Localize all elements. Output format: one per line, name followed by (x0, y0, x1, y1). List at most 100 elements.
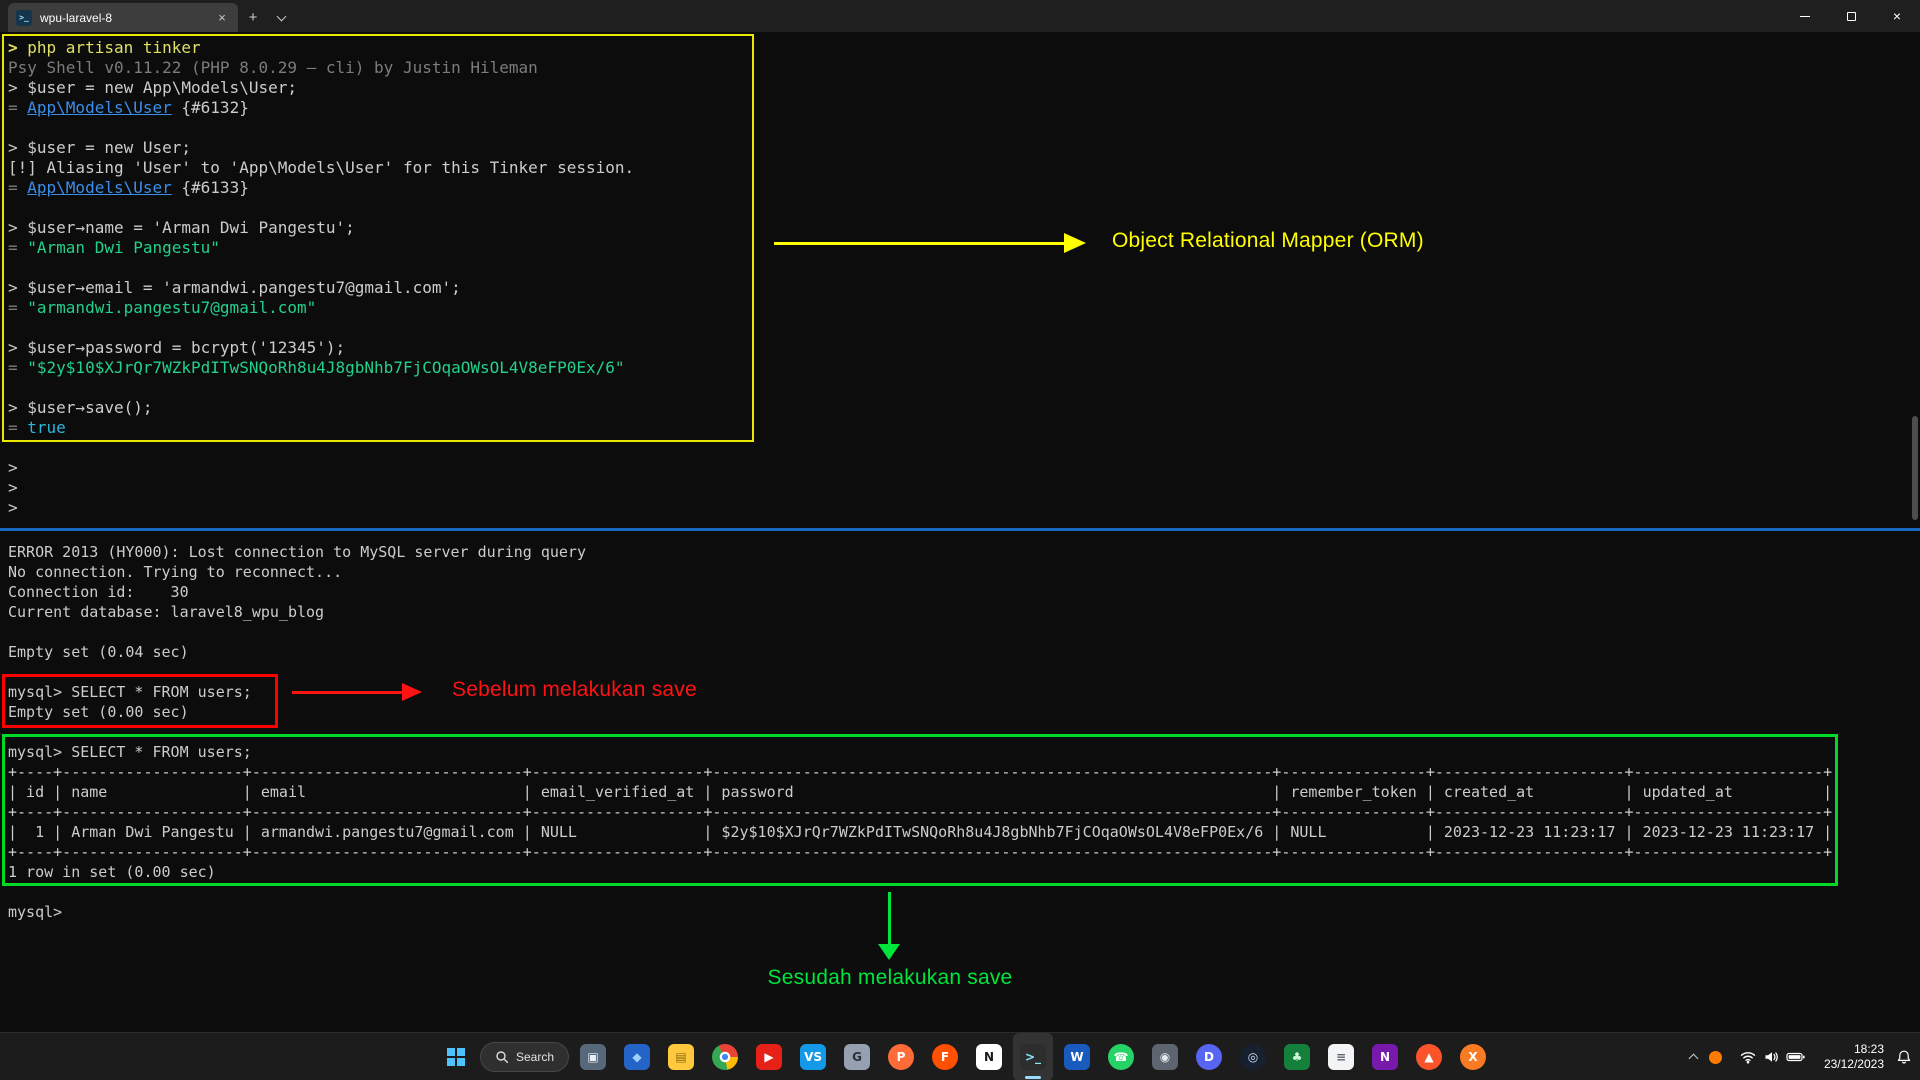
firefox-icon: F (932, 1043, 959, 1070)
terminal-line: > $user = new User; (8, 138, 192, 157)
search-icon (496, 1050, 509, 1063)
taskbar-app-brave[interactable]: ▲ (1409, 1033, 1449, 1080)
system-tray: 18:23 23/12/2023 (1688, 1033, 1912, 1080)
taskbar: Search ▣ ◆ ▤ ● ▶ VS G P F N >_ W ☎ ◉ D ◎ ♣ ≡ N ▲ X (0, 1032, 1920, 1080)
taskbar-app-postman[interactable]: P (881, 1033, 921, 1080)
taskbar-app-file-explorer[interactable]: ▤ (661, 1033, 701, 1080)
taskbar-app-terminal[interactable]: >_ (1013, 1032, 1054, 1080)
new-tab-button[interactable]: + (238, 3, 268, 32)
close-button[interactable]: × (1874, 0, 1920, 32)
orm-annotation: Object Relational Mapper (ORM) (1112, 229, 1424, 252)
terminal-icon: >_ (1020, 1043, 1047, 1070)
maximize-icon (1846, 11, 1856, 21)
terminal-line: = App\Models\User {#6133} (8, 178, 249, 197)
titlebar: >_ wpu-laravel-8 × + × (0, 0, 1920, 32)
taskbar-clock[interactable]: 18:23 23/12/2023 (1824, 1042, 1884, 1072)
terminal-line: [!] Aliasing 'User' to 'App\Models\User'… (8, 158, 635, 177)
tab-dropdown-button[interactable] (268, 3, 294, 32)
discord-icon: D (1196, 1043, 1223, 1070)
after-save-annotation: Sesudah melakukan save (767, 966, 1013, 989)
terminal-line: > $user→save(); (8, 398, 153, 417)
windows-logo-icon (447, 1047, 465, 1066)
terminal-line: | id | name | email | email_verified_at … (8, 783, 1833, 801)
minimize-button[interactable] (1782, 0, 1828, 32)
tab-title: wpu-laravel-8 (40, 10, 113, 25)
taskbar-app-pc[interactable]: ▣ (573, 1033, 613, 1080)
terminal-line: > (8, 478, 18, 497)
terminal-scrollbar[interactable] (1912, 416, 1918, 520)
terminal-line: > (8, 498, 18, 517)
active-app-indicator (1025, 1075, 1042, 1079)
taskbar-app-youtube[interactable]: ▶ (749, 1033, 789, 1080)
terminal-line: = true (8, 418, 66, 437)
after-save-arrow-icon (878, 944, 900, 960)
taskbar-app-steam[interactable]: ◎ (1233, 1033, 1273, 1080)
terminal-line: Psy Shell v0.11.22 (PHP 8.0.29 — cli) by… (8, 58, 538, 77)
terminal-line: ERROR 2013 (HY000): Lost connection to M… (8, 543, 586, 561)
taskbar-app-discord[interactable]: D (1189, 1033, 1229, 1080)
taskbar-app-vscode[interactable]: VS (793, 1033, 833, 1080)
taskbar-app-firefox[interactable]: F (925, 1033, 965, 1080)
maximize-button[interactable] (1828, 0, 1874, 32)
taskbar-app-forest[interactable]: ♣ (1277, 1033, 1317, 1080)
taskbar-apps: ▣ ◆ ▤ ● ▶ VS G P F N >_ W ☎ ◉ D ◎ ♣ ≡ N ▲ X (573, 1032, 1493, 1080)
terminal-tab[interactable]: >_ wpu-laravel-8 × (8, 3, 238, 32)
windows-terminal-icon: >_ (16, 9, 32, 26)
tab-close-icon[interactable]: × (214, 10, 230, 26)
tinker-output: > php artisan tinker Psy Shell v0.11.22 (… (0, 32, 1920, 518)
xampp-icon: X (1460, 1043, 1487, 1070)
terminal-line: +----+--------------------+-------------… (8, 763, 1833, 781)
terminal-line: = "$2y$10$XJrQr7WZkPdITwSNQoRh8u4J8gbNhb… (8, 358, 625, 377)
screen: >_ wpu-laravel-8 × + × > php artisan tin… (0, 0, 1920, 1080)
terminal-line: > $user→password = bcrypt('12345'); (8, 338, 346, 357)
taskbar-app-notepad[interactable]: ≡ (1321, 1033, 1361, 1080)
taskbar-app-xampp[interactable]: X (1453, 1033, 1493, 1080)
minimize-icon (1800, 15, 1810, 17)
notifications-button[interactable] (1896, 1049, 1912, 1065)
terminal-line: Connection id: 30 (8, 583, 189, 601)
tray-app-icon[interactable] (1708, 1050, 1722, 1064)
terminal-line: > $user = new App\Models\User; (8, 78, 297, 97)
taskbar-app-github-desktop[interactable]: G (837, 1033, 877, 1080)
taskbar-app-chrome[interactable]: ● (705, 1033, 745, 1080)
mysql-output: ERROR 2013 (HY000): Lost connection to M… (0, 536, 1920, 922)
terminal-line: | 1 | Arman Dwi Pangestu | armandwi.pang… (8, 823, 1833, 841)
battery-icon (1786, 1052, 1805, 1062)
window-controls: × (1782, 0, 1920, 32)
youtube-icon: ▶ (756, 1043, 783, 1070)
taskbar-app-word[interactable]: W (1057, 1033, 1097, 1080)
forest-icon: ♣ (1284, 1043, 1311, 1070)
terminal-line: mysql> (8, 903, 63, 921)
github-desktop-icon: G (844, 1043, 871, 1070)
onenote-icon: N (1372, 1043, 1399, 1070)
start-button[interactable] (436, 1033, 476, 1080)
taskbar-app-whatsapp[interactable]: ☎ (1101, 1033, 1141, 1080)
tray-expand-icon[interactable] (1688, 1053, 1699, 1064)
taskbar-app-photos[interactable]: ◆ (617, 1033, 657, 1080)
taskbar-app-notion[interactable]: N (969, 1033, 1009, 1080)
file-explorer-icon: ▤ (668, 1043, 695, 1070)
notification-bell-icon (1897, 1050, 1911, 1064)
tray-status-pill[interactable] (1734, 1044, 1812, 1070)
terminal-content[interactable]: > php artisan tinker Psy Shell v0.11.22 (… (0, 32, 1920, 1032)
volume-icon (1765, 1052, 1778, 1062)
terminal-line: > $user→email = 'armandwi.pangestu7@gmai… (8, 278, 461, 297)
clock-date: 23/12/2023 (1823, 1057, 1884, 1071)
chevron-down-icon (276, 11, 286, 21)
before-save-annotation: Sebelum melakukan save (452, 678, 697, 701)
taskbar-app-camera[interactable]: ◉ (1145, 1033, 1185, 1080)
whatsapp-icon: ☎ (1108, 1043, 1135, 1070)
camera-icon: ◉ (1152, 1043, 1179, 1070)
postman-icon: P (888, 1043, 915, 1070)
terminal-line: = App\Models\User {#6132} (8, 98, 249, 117)
taskbar-app-onenote[interactable]: N (1365, 1033, 1405, 1080)
taskbar-search[interactable]: Search (480, 1041, 570, 1072)
terminal-line: Empty set (0.00 sec) (8, 703, 189, 721)
